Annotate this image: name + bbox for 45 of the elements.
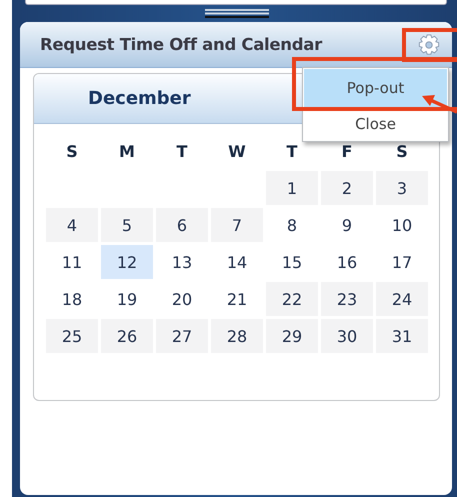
drag-handle-icon[interactable] [205, 9, 269, 18]
calendar-day[interactable]: 8 [266, 208, 318, 242]
calendar-day[interactable]: 7 [211, 208, 263, 242]
weekday-label: M [118, 142, 136, 162]
calendar-day[interactable]: 24 [376, 282, 428, 316]
calendar-day[interactable]: 13 [156, 245, 208, 279]
weekday-label: F [340, 142, 354, 162]
calendar-day[interactable]: 6 [156, 208, 208, 242]
calendar-day[interactable]: 20 [156, 282, 208, 316]
calendar-day[interactable]: 26 [101, 319, 153, 353]
calendar-day[interactable]: 27 [156, 319, 208, 353]
calendar-day[interactable]: 28 [211, 319, 263, 353]
weekday-label: T [176, 142, 188, 162]
annotation-arrow [420, 92, 457, 114]
calendar-day[interactable]: 15 [266, 245, 318, 279]
calendar-day[interactable]: 17 [376, 245, 428, 279]
settings-icon[interactable] [418, 34, 440, 56]
calendar-day[interactable]: 2 [321, 171, 373, 205]
calendar-day[interactable]: 30 [321, 319, 373, 353]
calendar-day[interactable]: 12 [101, 245, 153, 279]
menu-item[interactable]: Pop-out [304, 69, 447, 107]
weekday-label: W [227, 142, 247, 162]
calendar-day[interactable]: 19 [101, 282, 153, 316]
weekday-label: S [65, 142, 79, 162]
calendar-day[interactable]: 22 [266, 282, 318, 316]
calendar-day[interactable]: 4 [46, 208, 98, 242]
calendar-day[interactable]: 3 [376, 171, 428, 205]
calendar-day[interactable]: 11 [46, 245, 98, 279]
menu-item[interactable]: Close [304, 112, 447, 140]
calendar-day[interactable]: 21 [211, 282, 263, 316]
calendar-day[interactable]: 14 [211, 245, 263, 279]
calendar-day[interactable]: 9 [321, 208, 373, 242]
calendar-day[interactable]: 31 [376, 319, 428, 353]
calendar-day[interactable]: 16 [321, 245, 373, 279]
calendar-day[interactable]: 29 [266, 319, 318, 353]
calendar-day[interactable]: 25 [46, 319, 98, 353]
calendar-day[interactable]: 1 [266, 171, 318, 205]
weekday-label: S [395, 142, 409, 162]
calendar-day[interactable]: 18 [46, 282, 98, 316]
month-title: December [88, 88, 191, 109]
calendar-day[interactable]: 5 [101, 208, 153, 242]
calendar-day[interactable]: 10 [376, 208, 428, 242]
panel-title: Request Time Off and Calendar [40, 35, 322, 54]
weekday-label: T [286, 142, 298, 162]
calendar-day[interactable]: 23 [321, 282, 373, 316]
